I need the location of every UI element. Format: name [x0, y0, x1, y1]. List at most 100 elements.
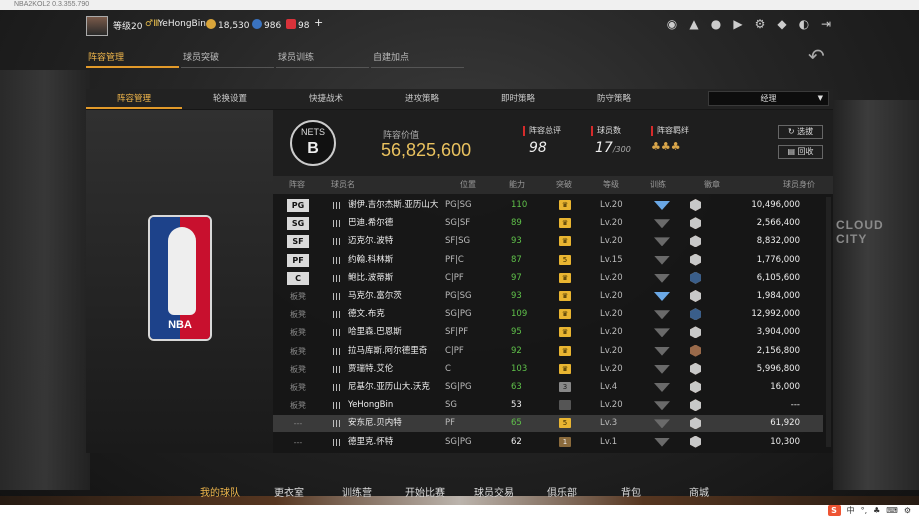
profile-icon[interactable]: ◉ — [665, 17, 679, 31]
player-name[interactable]: 贾瑞特.艾伦 — [348, 361, 393, 378]
table-row[interactable]: PF 约翰.科林斯 PF|C 87 5 Lv.15 1,776,000 — [273, 252, 823, 269]
signal-icon — [333, 256, 340, 264]
svg-text:B: B — [307, 140, 319, 157]
player-level: Lv.20 — [600, 309, 623, 320]
table-row[interactable]: 板凳 哈里森.巴恩斯 SF|PF 95 ♛ Lv.20 3,904,000 — [273, 324, 823, 341]
breakthrough-icon — [559, 400, 571, 411]
training-icon — [654, 437, 670, 447]
table-row[interactable]: 板凳 马克尔.富尔茨 PG|SG 93 ♛ Lv.20 1,984,000 — [273, 288, 823, 305]
table-row[interactable]: 板凳 贾瑞特.艾伦 C 103 ♛ Lv.20 5,996,800 — [273, 361, 823, 378]
subtab-rotation[interactable]: 轮换设置 — [182, 89, 278, 109]
table-row[interactable]: SG 巴迪.希尔德 SG|SF 89 ♛ Lv.20 2,566,400 — [273, 215, 823, 232]
player-name[interactable]: 迈克尔.波特 — [348, 233, 393, 250]
player-name[interactable]: 巴迪.希尔德 — [348, 215, 393, 232]
coach-dropdown[interactable]: 经理 ▼ — [708, 91, 829, 106]
player-name[interactable]: 马克尔.富尔茨 — [348, 288, 402, 305]
slot-label: --- — [293, 419, 303, 429]
player-ability: 97 — [511, 272, 522, 283]
player-ability: 53 — [511, 400, 522, 411]
back-arrow-icon[interactable]: ↶ — [808, 44, 825, 68]
player-name[interactable]: 安东尼.贝内特 — [348, 415, 402, 432]
player-salary: 8,832,000 — [756, 236, 800, 247]
player-name[interactable]: 德文.布克 — [348, 306, 385, 323]
menu-player-trade[interactable]: 球员交易 — [474, 484, 514, 499]
signal-icon — [333, 347, 340, 355]
menu-backpack[interactable]: 背包 — [621, 484, 641, 499]
player-salary: 1,776,000 — [756, 254, 800, 265]
player-name[interactable]: 拉马库斯.阿尔德里奇 — [348, 343, 427, 360]
tickets-value: 98 — [298, 21, 310, 31]
slot-label: PG — [287, 199, 309, 212]
menu-locker-room[interactable]: 更衣室 — [274, 484, 304, 499]
ime-chinese[interactable]: 中 — [847, 505, 855, 517]
bell-icon[interactable]: ▲ — [687, 17, 701, 31]
table-row[interactable]: 板凳 YeHongBin SG 53 Lv.20 --- — [273, 397, 823, 414]
training-icon — [654, 383, 670, 392]
select-button[interactable]: ↻ 选拔 — [778, 125, 823, 139]
slot-label: 板凳 — [290, 364, 306, 374]
recycle-button[interactable]: ▤ 回收 — [778, 145, 823, 159]
subtab-quick-tactics[interactable]: 快捷战术 — [278, 89, 374, 109]
sogou-icon[interactable]: S — [827, 505, 841, 516]
player-name[interactable]: 德里克.怀特 — [348, 434, 393, 451]
signal-icon — [333, 274, 340, 282]
menu-my-team[interactable]: 我的球队 — [200, 484, 240, 499]
crowd-left-bg — [0, 70, 90, 490]
slot-label: SF — [287, 235, 309, 249]
table-row[interactable]: --- 安东尼.贝内特 PF 65 5 Lv.3 61,920 — [273, 415, 823, 433]
table-scrollbar[interactable] — [826, 197, 831, 447]
player-level: Lv.20 — [600, 200, 623, 210]
ime-punctuation[interactable]: °, — [861, 505, 868, 517]
table-row[interactable]: --- 德里克.怀特 SG|PG 62 1 Lv.1 10,300 — [273, 434, 823, 451]
coach-dropdown-value: 经理 — [760, 94, 777, 103]
gear-icon[interactable]: ⚙ — [753, 17, 767, 31]
player-position: PG|SG — [445, 200, 472, 210]
training-icon — [654, 219, 670, 229]
player-name[interactable]: 约翰.科林斯 — [348, 252, 393, 269]
menu-start-game[interactable]: 开始比赛 — [405, 484, 445, 499]
ticket-icon — [286, 19, 296, 29]
recharge-plus-button[interactable]: + — [314, 16, 323, 29]
table-row[interactable]: 板凳 拉马库斯.阿尔德里奇 C|PF 92 ♛ Lv.20 2,156,800 — [273, 343, 823, 360]
subtab-lineup[interactable]: 阵容管理 — [86, 89, 182, 109]
player-name[interactable]: 尼基尔.亚历山大.沃克 — [348, 379, 430, 396]
headset-icon[interactable]: ◐ — [797, 17, 811, 31]
table-row[interactable]: 板凳 德文.布克 SG|PG 109 ♛ Lv.20 12,992,000 — [273, 306, 823, 323]
table-row[interactable]: PG 谢伊.吉尔杰斯.亚历山大 PG|SG 110 ♛ Lv.20 10,496,000 — [273, 197, 823, 214]
menu-training-camp[interactable]: 训练营 — [342, 484, 372, 499]
tab-player-breakthrough[interactable]: 球员突破 — [181, 50, 274, 68]
friends-icon[interactable]: ● — [709, 17, 723, 31]
shield-icon[interactable]: ◆ — [775, 17, 789, 31]
menu-club[interactable]: 俱乐部 — [547, 484, 577, 499]
table-row[interactable]: 板凳 尼基尔.亚历山大.沃克 SG|PG 63 3 Lv.4 16,000 — [273, 379, 823, 396]
breakthrough-icon: ♛ — [559, 327, 571, 338]
subtab-defense-strategy[interactable]: 防守策略 — [566, 89, 662, 109]
player-ability: 65 — [511, 418, 522, 429]
player-name[interactable]: YeHongBin — [348, 397, 393, 414]
menu-store[interactable]: 商城 — [689, 484, 709, 499]
table-row[interactable]: C 鲍比.波蒂斯 C|PF 97 ♛ Lv.20 6,105,600 — [273, 270, 823, 287]
table-row[interactable]: SF 迈克尔.波特 SF|SG 93 ♛ Lv.20 8,832,000 — [273, 233, 823, 250]
ime-skin-icon[interactable]: ♣ — [873, 505, 880, 517]
bond-icons[interactable]: ♣♣♣ — [651, 140, 689, 153]
tab-player-training[interactable]: 球员训练 — [276, 50, 369, 68]
subtab-offense-strategy[interactable]: 进攻策略 — [374, 89, 470, 109]
user-avatar[interactable] — [86, 16, 108, 36]
subtab-live-strategy[interactable]: 即时策略 — [470, 89, 566, 109]
keyboard-icon[interactable]: ⌨ — [886, 505, 898, 517]
player-name[interactable]: 鲍比.波蒂斯 — [348, 270, 393, 287]
player-position: PF|C — [445, 254, 464, 265]
exit-icon[interactable]: ⇥ — [819, 17, 833, 31]
ime-settings-icon[interactable]: ⚙ — [904, 505, 911, 517]
player-position: PG|SG — [445, 291, 472, 301]
video-icon[interactable]: ▶ — [731, 17, 745, 31]
player-name[interactable]: 哈里森.巴恩斯 — [348, 324, 402, 341]
tab-lineup-management[interactable]: 阵容管理 — [86, 50, 179, 68]
slot-label: C — [287, 271, 309, 285]
signal-icon — [333, 329, 340, 337]
player-name[interactable]: 谢伊.吉尔杰斯.亚历山大 — [348, 197, 438, 214]
player-salary: 2,156,800 — [756, 345, 800, 356]
badge-icon — [690, 417, 701, 430]
tab-custom-points[interactable]: 自建加点 — [371, 50, 464, 68]
breakthrough-icon: ♛ — [559, 200, 571, 210]
